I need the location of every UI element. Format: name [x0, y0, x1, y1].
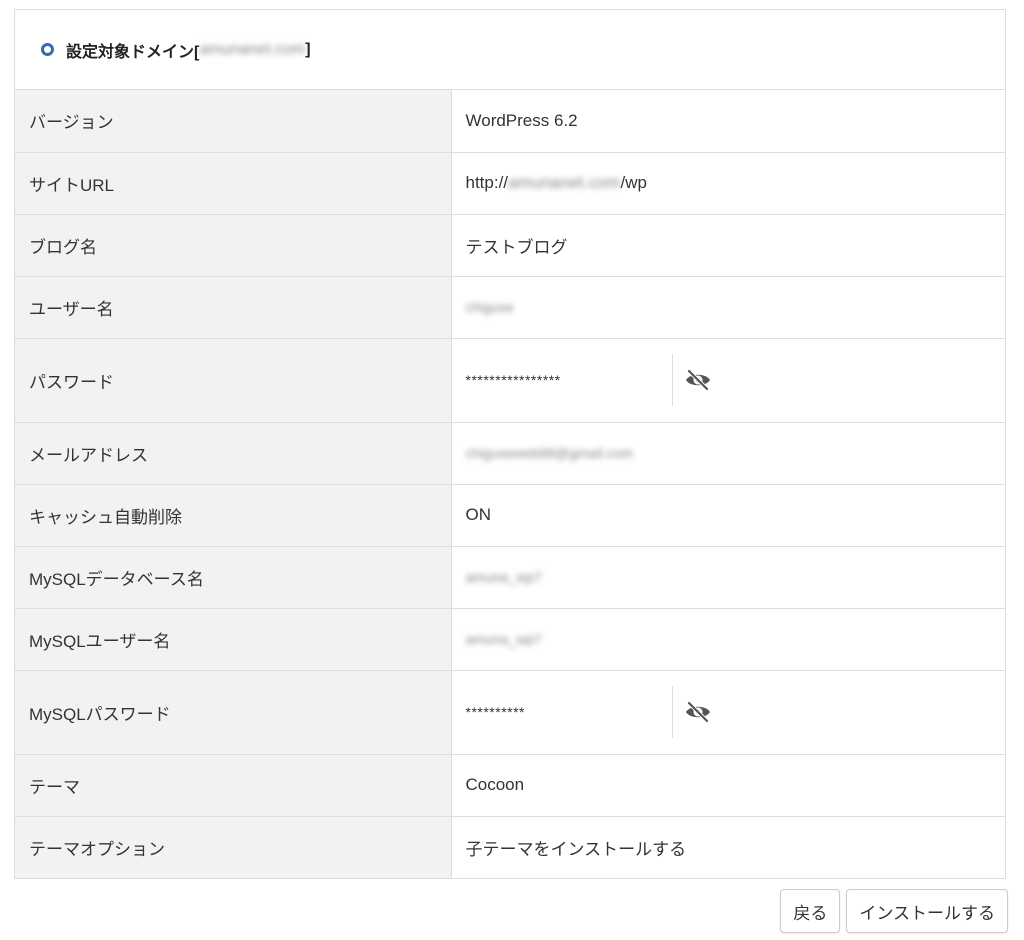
install-button[interactable]: インストールする [846, 889, 1008, 933]
row-value: **************** [451, 337, 1005, 422]
eye-slash-icon[interactable] [673, 354, 723, 406]
table-row: キャッシュ自動削除 ON [15, 483, 1005, 546]
password-field: **************** [466, 354, 1005, 406]
row-label: MySQLユーザー名 [15, 607, 452, 670]
email-value: chiguseweb88@gmail.com [465, 445, 634, 461]
site-url-prefix: http:// [465, 173, 509, 192]
row-value: amuna_wp7 [451, 607, 1005, 670]
target-domain: amunanet.com [199, 40, 306, 58]
table-row: ブログ名 テストブログ [15, 213, 1005, 276]
row-value: amuna_wp7 [451, 545, 1005, 608]
row-label: テーマオプション [15, 815, 452, 878]
row-value: Cocoon [451, 753, 1005, 816]
action-buttons: 戻る インストールする [780, 889, 1008, 933]
db-user-value: amuna_wp7 [465, 631, 542, 647]
table-row: MySQLユーザー名 amuna_wp7 [15, 607, 1005, 670]
table-row: テーマ Cocoon [15, 753, 1005, 816]
site-url-value: http://amunanet.com/wp [451, 151, 1005, 214]
row-label: MySQLパスワード [15, 669, 452, 754]
row-value: ********** [451, 669, 1005, 754]
row-label: パスワード [15, 337, 452, 422]
site-url-domain: amunanet.com [508, 173, 621, 192]
row-value: chiguseweb88@gmail.com [451, 421, 1005, 484]
row-label: ブログ名 [15, 213, 452, 276]
settings-table: バージョン WordPress 6.2 サイトURL http://amunan… [15, 90, 1005, 878]
username-value: chiguse [465, 299, 514, 315]
table-row: テーマオプション 子テーマをインストールする [15, 815, 1005, 878]
row-value: テストブログ [451, 213, 1005, 276]
table-row: メールアドレス chiguseweb88@gmail.com [15, 421, 1005, 484]
table-row: パスワード **************** [15, 337, 1005, 422]
password-value: **************** [465, 372, 561, 388]
back-button[interactable]: 戻る [780, 889, 841, 933]
row-label: キャッシュ自動削除 [15, 483, 452, 546]
mysql-password-value: ********** [465, 704, 525, 720]
panel-title-suffix: ] [305, 40, 311, 58]
circle-bullet-icon [41, 43, 54, 56]
row-label: サイトURL [15, 151, 452, 214]
row-value: chiguse [451, 275, 1005, 338]
table-row: MySQLデータベース名 amuna_wp7 [15, 545, 1005, 608]
row-value: WordPress 6.2 [451, 90, 1005, 152]
panel-title-prefix: 設定対象ドメイン[ [66, 43, 200, 61]
db-name-value: amuna_wp7 [465, 569, 542, 585]
table-row: サイトURL http://amunanet.com/wp [15, 151, 1005, 214]
table-row: ユーザー名 chiguse [15, 275, 1005, 338]
row-label: ユーザー名 [15, 275, 452, 338]
panel-title: 設定対象ドメイン[ amunanet.com ] [66, 38, 311, 62]
site-url-suffix: /wp [620, 173, 647, 192]
mysql-password-field: ********** [466, 686, 1005, 738]
table-row: バージョン WordPress 6.2 [15, 90, 1005, 152]
row-label: MySQLデータベース名 [15, 545, 452, 608]
row-label: バージョン [15, 90, 452, 152]
table-row: MySQLパスワード ********** [15, 669, 1005, 754]
settings-panel: 設定対象ドメイン[ amunanet.com ] バージョン WordPress… [14, 9, 1006, 879]
panel-header: 設定対象ドメイン[ amunanet.com ] [15, 10, 1005, 90]
row-label: テーマ [15, 753, 452, 816]
row-value: ON [451, 483, 1005, 546]
eye-slash-icon[interactable] [673, 686, 723, 738]
row-value: 子テーマをインストールする [451, 815, 1005, 878]
row-label: メールアドレス [15, 421, 452, 484]
